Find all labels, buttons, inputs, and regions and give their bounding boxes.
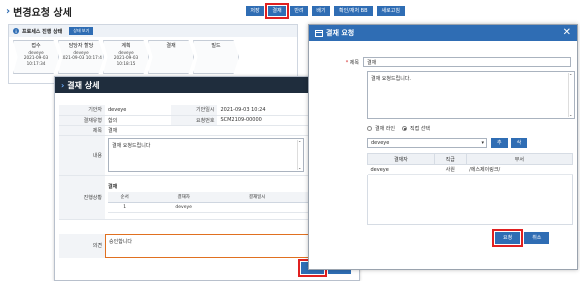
chevron-down-icon: ▾: [481, 140, 484, 146]
request-button[interactable]: 요청: [491, 229, 524, 247]
chevron-right-icon: ›: [6, 6, 11, 17]
chevron-right-icon: ›: [61, 80, 65, 90]
table-row[interactable]: 1 deveye 진행: [108, 202, 342, 213]
page-title: › 변경요청 상세: [6, 4, 72, 19]
direct-select-radio[interactable]: [402, 126, 407, 131]
window-icon: [315, 29, 323, 37]
approval-line-radio[interactable]: [367, 126, 372, 131]
opinion-label: 의견: [59, 234, 105, 258]
refresh-button[interactable]: 새로고침: [376, 6, 405, 16]
process-title: 프로세스 진행 상태: [22, 28, 63, 35]
process-header: i 프로세스 진행 상태 상태 보기: [9, 25, 297, 37]
process-step: 계획 deveye 2021-09-03 10:18:15: [103, 40, 149, 74]
reject-button[interactable]: 반려: [290, 6, 308, 16]
scrollbar[interactable]: [297, 140, 302, 170]
detail-title: 결재 상세: [67, 80, 100, 90]
process-status-panel: i 프로세스 진행 상태 상태 보기 접수 deveye 2021-09-03 …: [8, 24, 298, 84]
delete-approver-button[interactable]: 삭: [510, 138, 528, 148]
process-step: 담당자 할당 deveye 2021-09-03 10:17:4: [58, 40, 104, 74]
approval-line-options: 결재 라인 직접 선택: [367, 125, 430, 132]
request-title: 결재 요청: [326, 29, 355, 37]
process-step: 결재: [148, 40, 194, 74]
request-header: 결재 요청 ✕: [309, 25, 577, 41]
drafter-value: deveye: [105, 105, 172, 116]
save-button[interactable]: 저장: [246, 6, 264, 16]
toolbar-button-5[interactable]: 확인/재처 BB: [334, 6, 373, 16]
approval-button[interactable]: 결재: [265, 3, 289, 19]
subject-input[interactable]: 결재: [363, 57, 571, 67]
process-steps: 접수 deveye 2021-09-03 10:17:34 담당자 할당 dev…: [9, 37, 297, 77]
page-title-text: 변경요청 상세: [13, 8, 72, 19]
info-icon: i: [13, 28, 19, 34]
approval-type-value: 합의: [105, 115, 172, 126]
scrollbar[interactable]: [568, 73, 573, 117]
content-textarea[interactable]: 결재 요청드립니다: [108, 138, 304, 172]
table-row[interactable]: deveye 사원 /에스제이링크/: [367, 164, 573, 175]
process-step: 빌드: [193, 40, 239, 74]
request-content-textarea[interactable]: 결재 요청드립니다.: [367, 71, 575, 119]
cancel-button[interactable]: 취소: [524, 232, 550, 244]
user-select[interactable]: deveye ▾: [367, 138, 487, 148]
process-step: 접수 deveye 2021-09-03 10:17:34: [13, 40, 59, 74]
add-approver-button[interactable]: 추: [491, 138, 508, 148]
top-toolbar: 저장 결재 반려 배기 확인/재처 BB 새로고침: [246, 3, 405, 19]
status-view-button[interactable]: 상태 보기: [69, 27, 94, 35]
approver-table-body: [367, 175, 573, 225]
progress-table: 순서 결재자 결재일시 상태 1 deveye 진행: [108, 192, 342, 213]
toolbar-button-4[interactable]: 배기: [312, 6, 330, 16]
close-icon[interactable]: ✕: [563, 27, 571, 38]
approver-table: 결재자 직급 부서 deveye 사원 /에스제이링크/: [367, 153, 574, 175]
approval-request-dialog: 결재 요청 ✕ * 제목 결재 결재 요청드립니다. 결재 라인 직접 선택 d…: [308, 24, 578, 270]
